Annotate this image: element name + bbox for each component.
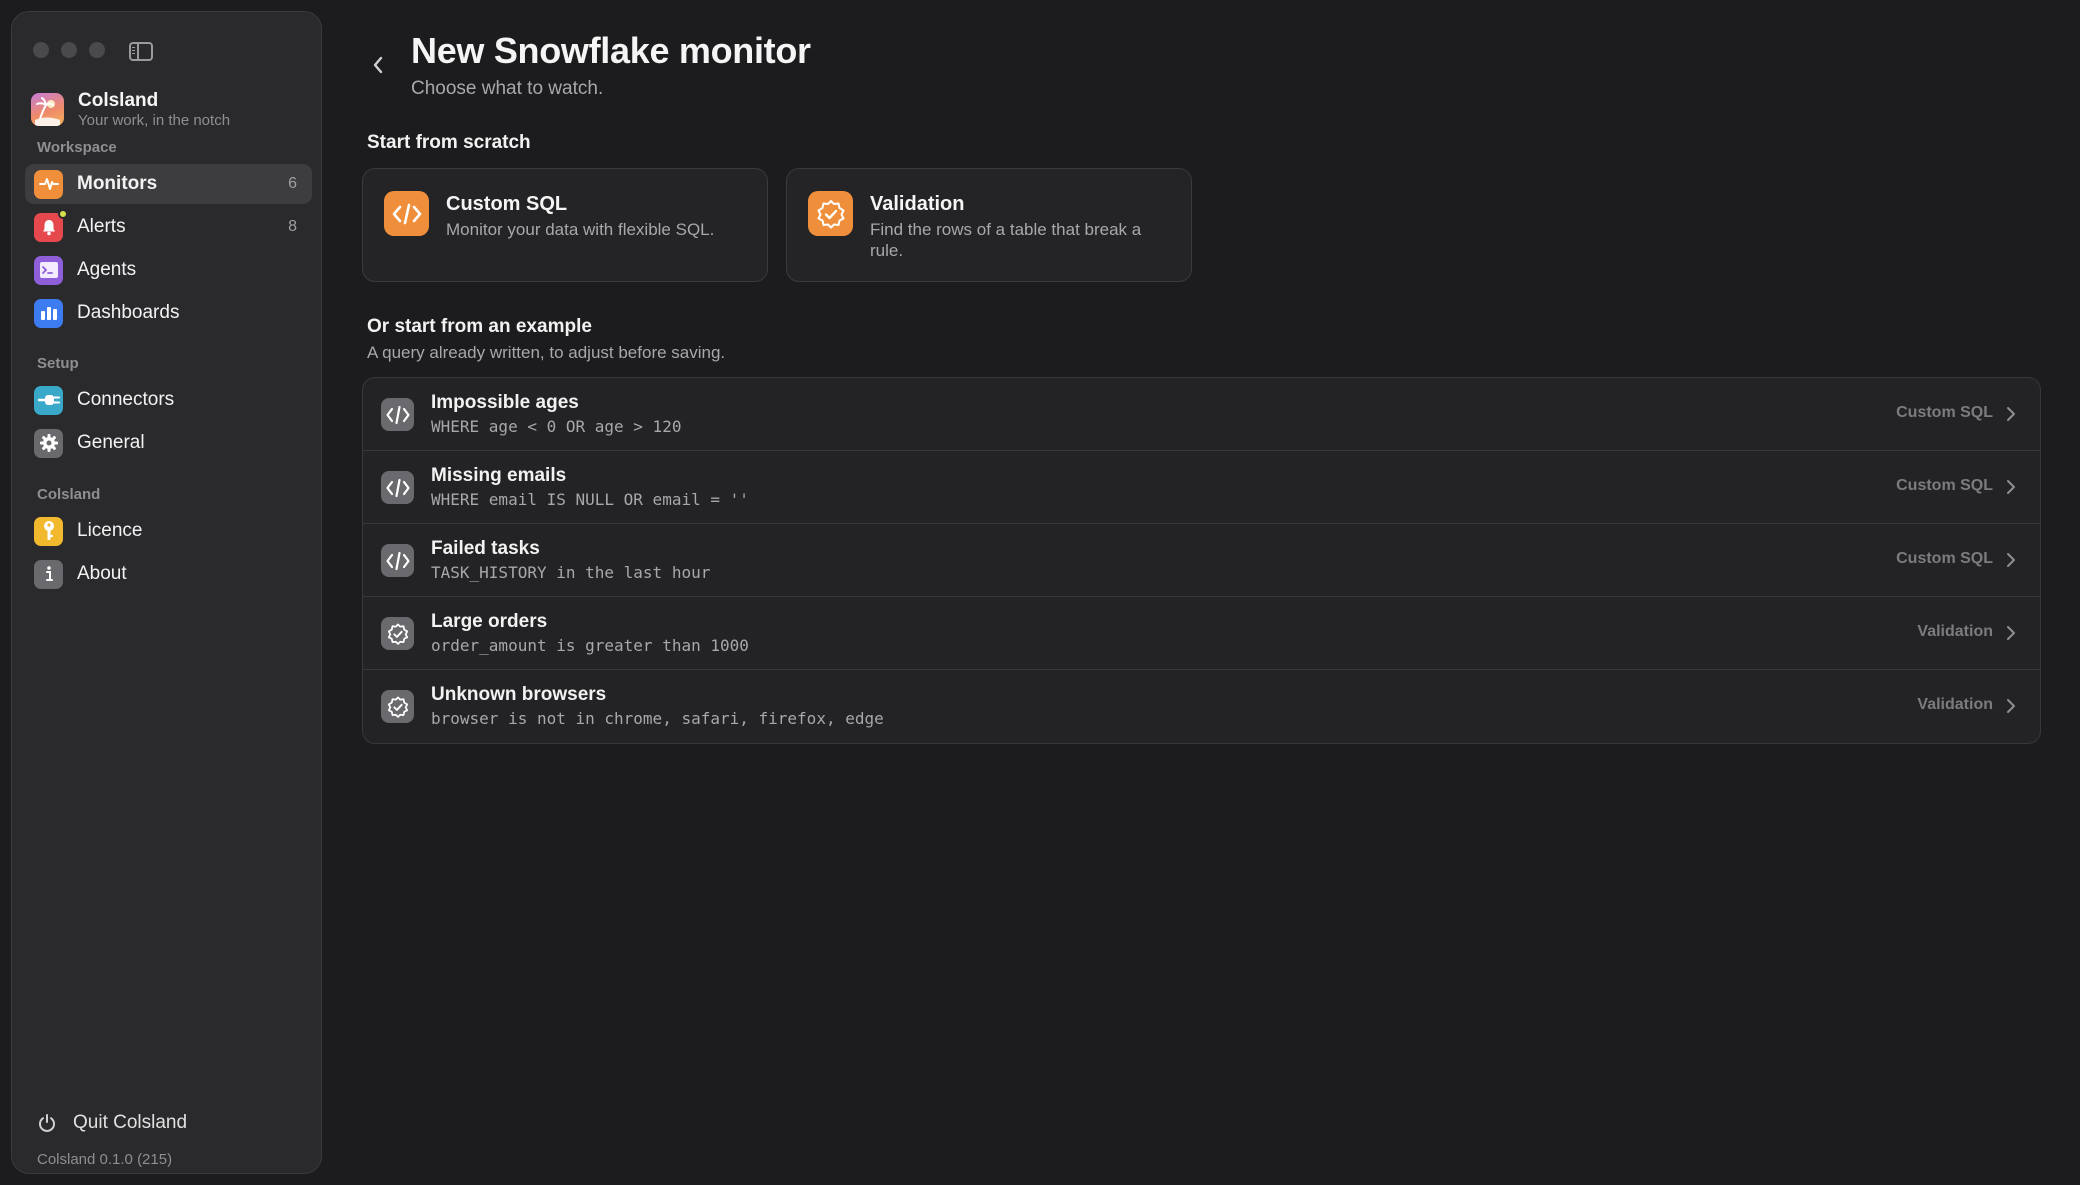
badge-check-icon [381,617,414,650]
badge-check-icon [808,191,853,236]
example-kind: Custom SQL [1896,477,1993,494]
example-code: WHERE age < 0 OR age > 120 [431,417,682,436]
app-window: Colsland Your work, in the notch Workspa… [0,0,2080,1185]
gear-icon [34,428,63,458]
example-title: Missing emails [431,465,567,486]
example-code: browser is not in chrome, safari, firefo… [431,709,884,728]
sidebar-item-label: Alerts [77,216,126,237]
badge-check-icon [381,690,414,723]
sidebar-item-label: Connectors [77,389,175,410]
example-title: Large orders [431,611,548,632]
page-title: New Snowflake monitor [411,30,811,71]
example-impossible-ages[interactable]: Impossible ages WHERE age < 0 OR age > 1… [363,378,2040,451]
example-missing-emails[interactable]: Missing emails WHERE email IS NULL OR em… [363,451,2040,524]
key-icon [34,516,63,546]
app-version: Colsland 0.1.0 (215) [37,1151,173,1168]
sidebar-item-monitors[interactable]: Monitors 6 [25,164,312,204]
sidebar-item-dashboards[interactable]: Dashboards [25,293,312,333]
chevron-right-icon [2007,626,2015,640]
section-label-setup: Setup [37,355,79,372]
quit-label: Quit Colsland [73,1112,188,1133]
chevron-right-icon [2007,407,2015,421]
chevron-right-icon [2007,480,2015,494]
section-label-workspace: Workspace [37,139,117,156]
app-tagline: Your work, in the notch [78,112,231,129]
example-code: TASK_HISTORY in the last hour [431,563,711,582]
code-icon [381,544,414,577]
bell-icon [34,208,68,242]
code-icon [381,398,414,431]
sidebar-item-label: Agents [77,259,137,280]
sidebar-item-label: About [77,563,127,584]
example-unknown-browsers[interactable]: Unknown browsers browser is not in chrom… [363,670,2040,743]
terminal-icon [34,255,63,285]
code-icon [384,191,429,236]
sidebar-item-alerts[interactable]: Alerts 8 [25,207,312,247]
info-icon [34,559,63,589]
validation-card[interactable]: Validation Find the rows of a table that… [786,168,1192,282]
minimize-window-button[interactable] [61,42,77,58]
sidebar-item-connectors[interactable]: Connectors [25,380,312,420]
example-code: WHERE email IS NULL OR email = '' [431,490,749,509]
sidebar-item-label: Licence [77,520,143,541]
alert-indicator-dot [58,208,68,219]
app-logo [31,93,64,126]
window-controls [33,42,105,58]
code-icon [381,471,414,504]
sidebar-item-agents[interactable]: Agents [25,250,312,290]
sidebar: Colsland Your work, in the notch Workspa… [11,11,322,1174]
close-window-button[interactable] [33,42,49,58]
example-large-orders[interactable]: Large orders order_amount is greater tha… [363,597,2040,670]
page-subtitle: Choose what to watch. [411,78,604,99]
example-title: Failed tasks [431,538,540,559]
custom-sql-card[interactable]: Custom SQL Monitor your data with flexib… [362,168,768,282]
alerts-count: 8 [288,218,297,235]
power-icon [39,1114,55,1132]
example-code: order_amount is greater than 1000 [431,636,749,655]
sidebar-item-general[interactable]: General [25,423,312,463]
waveform-icon [34,169,63,199]
card-title: Validation [870,193,965,215]
example-kind: Custom SQL [1896,404,1993,421]
app-header: Colsland Your work, in the notch [31,90,230,129]
sidebar-item-label: General [77,432,145,453]
chevron-right-icon [2007,553,2015,567]
scratch-heading: Start from scratch [367,132,531,153]
card-title: Custom SQL [446,193,568,215]
quit-button[interactable]: Quit Colsland [37,1112,187,1134]
sidebar-toggle-icon[interactable] [129,42,153,61]
example-subheading: A query already written, to adjust befor… [367,343,726,362]
sidebar-item-about[interactable]: About [25,554,312,594]
example-kind: Custom SQL [1896,550,1993,567]
plug-icon [34,385,63,415]
sidebar-item-label: Dashboards [77,302,180,323]
chevron-left-icon [373,56,383,74]
example-heading: Or start from an example [367,316,592,337]
card-description: Find the rows of a table that break a ru… [870,220,1142,260]
example-kind: Validation [1917,696,1993,713]
example-failed-tasks[interactable]: Failed tasks TASK_HISTORY in the last ho… [363,524,2040,597]
section-label-colsland: Colsland [37,486,101,503]
app-name: Colsland [78,90,159,111]
sidebar-item-licence[interactable]: Licence [25,511,312,551]
monitors-count: 6 [288,175,297,192]
example-title: Unknown browsers [431,684,607,705]
card-description: Monitor your data with flexible SQL. [446,220,715,239]
back-button[interactable] [365,52,391,78]
chevron-right-icon [2007,699,2015,713]
bar-chart-icon [34,298,63,328]
zoom-window-button[interactable] [89,42,105,58]
example-title: Impossible ages [431,392,579,413]
sidebar-item-label: Monitors [77,173,158,194]
example-kind: Validation [1917,623,1993,640]
examples-list: Impossible ages WHERE age < 0 OR age > 1… [362,377,2041,744]
